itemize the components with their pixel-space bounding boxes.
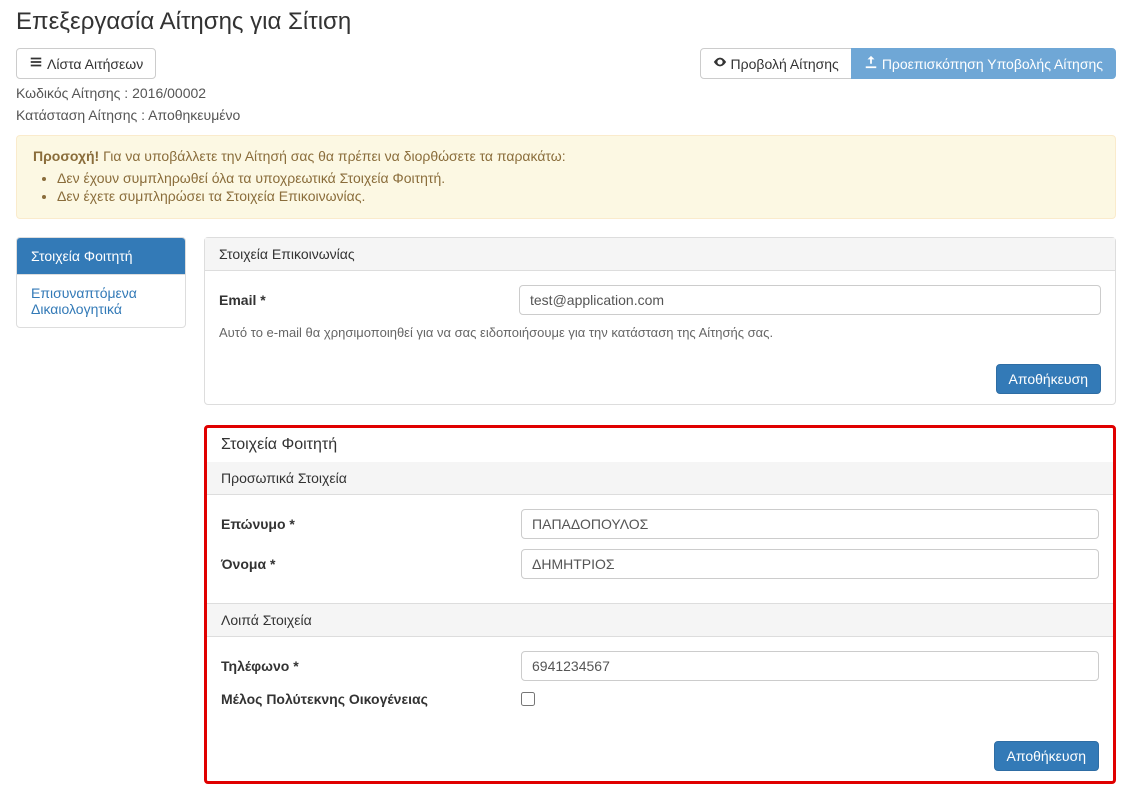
page-title: Επεξεργασία Αίτησης για Σίτιση bbox=[16, 8, 1116, 36]
phone-input[interactable] bbox=[521, 651, 1099, 681]
family-checkbox[interactable] bbox=[521, 692, 535, 706]
email-help: Αυτό το e-mail θα χρησιμοποιηθεί για να … bbox=[219, 325, 1101, 340]
list-icon bbox=[29, 55, 43, 72]
contact-panel-body: Email * Αυτό το e-mail θα χρησιμοποιηθεί… bbox=[205, 271, 1115, 354]
phone-label: Τηλέφωνο * bbox=[221, 658, 521, 674]
save-contact-button[interactable]: Αποθήκευση bbox=[996, 364, 1101, 394]
code-value: 2016/00002 bbox=[132, 85, 206, 101]
top-controls: Λίστα Αιτήσεων Προβολή Αίτησης Προεπισκό… bbox=[16, 48, 1116, 79]
application-code: Κωδικός Αίτησης : 2016/00002 bbox=[16, 85, 1116, 101]
sidebar: Στοιχεία Φοιτητή Επισυναπτόμενα Δικαιολο… bbox=[16, 237, 186, 328]
contact-panel-heading: Στοιχεία Επικοινωνίας bbox=[205, 238, 1115, 271]
personal-body: Επώνυμο * Όνομα * bbox=[207, 495, 1113, 603]
list-applications-button[interactable]: Λίστα Αιτήσεων bbox=[16, 48, 156, 79]
alert-list: Δεν έχουν συμπληρωθεί όλα τα υποχρεωτικά… bbox=[57, 170, 1099, 204]
view-application-button[interactable]: Προβολή Αίτησης bbox=[700, 48, 852, 79]
name-label: Όνομα * bbox=[221, 556, 521, 572]
name-row: Όνομα * bbox=[221, 549, 1099, 579]
upload-icon bbox=[864, 55, 878, 72]
sidebar-item-attachments[interactable]: Επισυναπτόμενα Δικαιολογητικά bbox=[17, 275, 185, 327]
phone-row: Τηλέφωνο * bbox=[221, 651, 1099, 681]
save-label: Αποθήκευση bbox=[1009, 371, 1088, 387]
alert-item: Δεν έχετε συμπληρώσει τα Στοιχεία Επικοι… bbox=[57, 188, 1099, 204]
family-label: Μέλος Πολύτεκνης Οικογένειας bbox=[221, 691, 521, 707]
contact-panel-footer: Αποθήκευση bbox=[205, 354, 1115, 404]
right-button-group: Προβολή Αίτησης Προεπισκόπηση Υποβολής Α… bbox=[700, 48, 1116, 79]
sidebar-item-label: Επισυναπτόμενα Δικαιολογητικά bbox=[31, 285, 137, 317]
preview-submit-button[interactable]: Προεπισκόπηση Υποβολής Αίτησης bbox=[851, 48, 1116, 79]
name-input[interactable] bbox=[521, 549, 1099, 579]
sidebar-item-student[interactable]: Στοιχεία Φοιτητή bbox=[17, 238, 185, 275]
main-content: Στοιχεία Επικοινωνίας Email * Αυτό το e-… bbox=[204, 237, 1116, 804]
student-panel-footer: Αποθήκευση bbox=[207, 731, 1113, 781]
alert-item: Δεν έχουν συμπληρωθεί όλα τα υποχρεωτικά… bbox=[57, 170, 1099, 186]
other-subheading: Λοιπά Στοιχεία bbox=[207, 603, 1113, 637]
main-layout: Στοιχεία Φοιτητή Επισυναπτόμενα Δικαιολο… bbox=[16, 237, 1116, 804]
personal-subheading: Προσωπικά Στοιχεία bbox=[207, 462, 1113, 495]
code-label: Κωδικός Αίτησης : bbox=[16, 85, 132, 101]
save-student-button[interactable]: Αποθήκευση bbox=[994, 741, 1099, 771]
email-input[interactable] bbox=[519, 285, 1101, 315]
preview-submit-label: Προεπισκόπηση Υποβολής Αίτησης bbox=[882, 56, 1103, 72]
student-panel: Στοιχεία Φοιτητή Προσωπικά Στοιχεία Επών… bbox=[204, 425, 1116, 784]
list-applications-label: Λίστα Αιτήσεων bbox=[47, 56, 143, 72]
family-row: Μέλος Πολύτεκνης Οικογένειας bbox=[221, 691, 1099, 707]
status-value: Αποθηκευμένο bbox=[148, 107, 240, 123]
application-status: Κατάσταση Αίτησης : Αποθηκευμένο bbox=[16, 107, 1116, 123]
other-body: Τηλέφωνο * Μέλος Πολύτεκνης Οικογένειας bbox=[207, 637, 1113, 731]
status-label: Κατάσταση Αίτησης : bbox=[16, 107, 148, 123]
surname-row: Επώνυμο * bbox=[221, 509, 1099, 539]
alert-strong: Προσοχή! bbox=[33, 148, 99, 164]
save-label: Αποθήκευση bbox=[1007, 748, 1086, 764]
sidebar-item-label: Στοιχεία Φοιτητή bbox=[31, 248, 133, 264]
alert-text: Για να υποβάλλετε την Αίτησή σας θα πρέπ… bbox=[99, 148, 565, 164]
eye-icon bbox=[713, 55, 727, 72]
warning-alert: Προσοχή! Για να υποβάλλετε την Αίτησή σα… bbox=[16, 135, 1116, 219]
surname-input[interactable] bbox=[521, 509, 1099, 539]
contact-panel: Στοιχεία Επικοινωνίας Email * Αυτό το e-… bbox=[204, 237, 1116, 405]
surname-label: Επώνυμο * bbox=[221, 516, 521, 532]
email-row: Email * bbox=[219, 285, 1101, 315]
student-panel-title: Στοιχεία Φοιτητή bbox=[207, 428, 1113, 462]
view-application-label: Προβολή Αίτησης bbox=[731, 56, 839, 72]
email-label: Email * bbox=[219, 292, 519, 308]
